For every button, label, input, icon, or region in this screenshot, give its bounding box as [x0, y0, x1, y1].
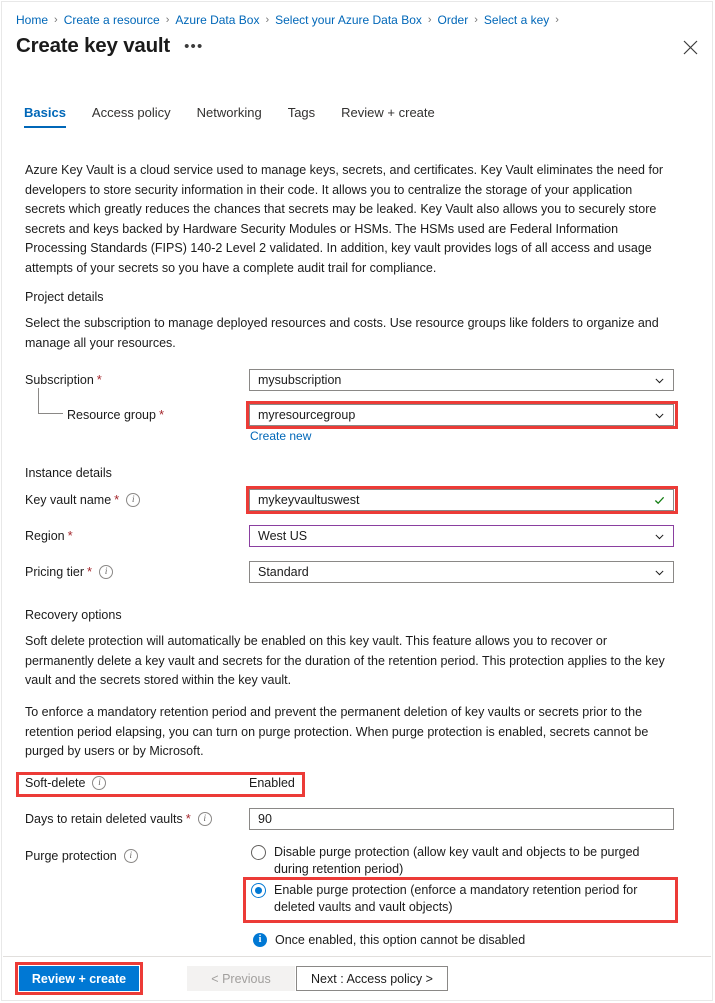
breadcrumb-item-select-your-azure-data-box[interactable]: Select your Azure Data Box — [275, 13, 422, 27]
recovery-options-heading: Recovery options — [25, 608, 122, 622]
intro-paragraph: Azure Key Vault is a cloud service used … — [25, 163, 664, 275]
purge-protection-label: Purge protection — [25, 849, 138, 863]
previous-button: < Previous — [187, 966, 295, 991]
chevron-down-icon — [655, 378, 664, 383]
breadcrumb-item-order[interactable]: Order — [438, 13, 469, 27]
key-vault-name-value: mykeyvaultuswest — [258, 493, 360, 507]
days-to-retain-label: Days to retain deleted vaults * — [25, 812, 212, 826]
required-asterisk: * — [158, 407, 165, 422]
chevron-down-icon — [655, 570, 664, 575]
chevron-down-icon — [655, 413, 664, 418]
info-icon[interactable] — [126, 493, 141, 507]
tab-networking[interactable]: Networking — [197, 105, 262, 128]
breadcrumb-item-create-a-resource[interactable]: Create a resource — [64, 13, 160, 27]
info-icon[interactable] — [123, 849, 138, 863]
recovery-options-paragraph-2: To enforce a mandatory retention period … — [25, 705, 649, 758]
resource-group-select[interactable]: myresourcegroup — [249, 404, 674, 426]
breadcrumb: Home › Create a resource › Azure Data Bo… — [16, 13, 565, 27]
info-icon[interactable] — [92, 776, 107, 790]
chevron-down-icon — [655, 534, 664, 539]
footer-action-bar: Review + create < Previous Next : Access… — [3, 956, 711, 999]
page-title: Create key vault — [16, 34, 171, 57]
subscription-value: mysubscription — [258, 373, 342, 387]
instance-details-heading: Instance details — [25, 466, 112, 480]
resource-group-label: Resource group * — [67, 408, 164, 422]
purge-protection-note-text: Once enabled, this option cannot be disa… — [275, 933, 526, 947]
subscription-label: Subscription * — [25, 373, 102, 387]
tab-bar: Basics Access policy Networking Tags Rev… — [24, 105, 461, 128]
key-vault-name-label: Key vault name * — [25, 492, 141, 507]
subscription-select[interactable]: mysubscription — [249, 369, 674, 391]
create-key-vault-blade: Home › Create a resource › Azure Data Bo… — [1, 1, 713, 1001]
title-row: Create key vault ••• — [16, 34, 203, 58]
tab-review-create[interactable]: Review + create — [341, 105, 435, 128]
more-options-icon[interactable]: ••• — [184, 39, 203, 54]
resource-group-tree-connector — [38, 388, 63, 414]
tab-basics[interactable]: Basics — [24, 105, 66, 128]
region-select[interactable]: West US — [249, 525, 674, 547]
pricing-tier-select[interactable]: Standard — [249, 561, 674, 583]
required-asterisk: * — [67, 528, 73, 543]
subscription-label-text: Subscription — [25, 373, 94, 387]
purge-protection-option-enable-label: Enable purge protection (enforce a manda… — [274, 883, 638, 914]
breadcrumb-separator: › — [427, 14, 432, 26]
required-asterisk: * — [185, 811, 191, 826]
review-create-button[interactable]: Review + create — [19, 966, 139, 991]
radio-button-unselected[interactable] — [251, 845, 266, 860]
soft-delete-label-text: Soft-delete — [25, 776, 86, 790]
pricing-tier-label-text: Pricing tier — [25, 565, 85, 579]
breadcrumb-separator: › — [474, 14, 478, 26]
required-asterisk: * — [96, 372, 102, 387]
project-details-description: Select the subscription to manage deploy… — [25, 316, 659, 350]
resource-group-label-text: Resource group — [67, 408, 156, 422]
required-asterisk: * — [87, 564, 93, 579]
purge-protection-label-text: Purge protection — [25, 849, 117, 863]
resource-group-value: myresourcegroup — [258, 408, 356, 422]
close-icon[interactable] — [678, 35, 702, 59]
required-asterisk: * — [114, 492, 120, 507]
days-to-retain-value: 90 — [258, 812, 272, 826]
region-value: West US — [258, 529, 308, 543]
key-vault-name-label-text: Key vault name — [25, 493, 112, 507]
create-new-resource-group-link[interactable]: Create new — [250, 429, 311, 443]
info-filled-icon — [253, 933, 267, 947]
breadcrumb-separator: › — [265, 14, 270, 26]
project-details-heading: Project details — [25, 290, 104, 304]
info-icon[interactable] — [99, 565, 114, 579]
days-to-retain-input[interactable]: 90 — [249, 808, 674, 830]
radio-button-selected[interactable] — [251, 883, 266, 898]
pricing-tier-label: Pricing tier * — [25, 564, 114, 579]
breadcrumb-item-select-a-key[interactable]: Select a key — [484, 13, 549, 27]
days-to-retain-label-text: Days to retain deleted vaults — [25, 812, 183, 826]
info-icon[interactable] — [197, 812, 212, 826]
checkmark-icon — [654, 496, 665, 504]
next-access-policy-button[interactable]: Next : Access policy > — [296, 966, 448, 991]
purge-protection-note: Once enabled, this option cannot be disa… — [253, 933, 525, 947]
purge-protection-option-disable[interactable]: Disable purge protection (allow key vaul… — [251, 844, 674, 878]
tab-access-policy[interactable]: Access policy — [92, 105, 171, 128]
breadcrumb-item-home[interactable]: Home — [16, 13, 48, 27]
soft-delete-label: Soft-delete — [25, 776, 107, 790]
purge-protection-option-disable-label: Disable purge protection (allow key vaul… — [274, 845, 640, 876]
recovery-options-paragraph-1: Soft delete protection will automaticall… — [25, 634, 665, 687]
breadcrumb-separator: › — [165, 14, 170, 26]
breadcrumb-separator: › — [54, 14, 58, 26]
region-label-text: Region — [25, 529, 65, 543]
breadcrumb-separator: › — [555, 14, 559, 26]
key-vault-name-input[interactable]: mykeyvaultuswest — [249, 489, 674, 511]
purge-protection-option-enable[interactable]: Enable purge protection (enforce a manda… — [251, 882, 674, 916]
region-label: Region * — [25, 529, 73, 543]
soft-delete-value: Enabled — [249, 776, 295, 790]
pricing-tier-value: Standard — [258, 565, 309, 579]
tab-tags[interactable]: Tags — [288, 105, 315, 128]
breadcrumb-item-azure-data-box[interactable]: Azure Data Box — [175, 13, 259, 27]
